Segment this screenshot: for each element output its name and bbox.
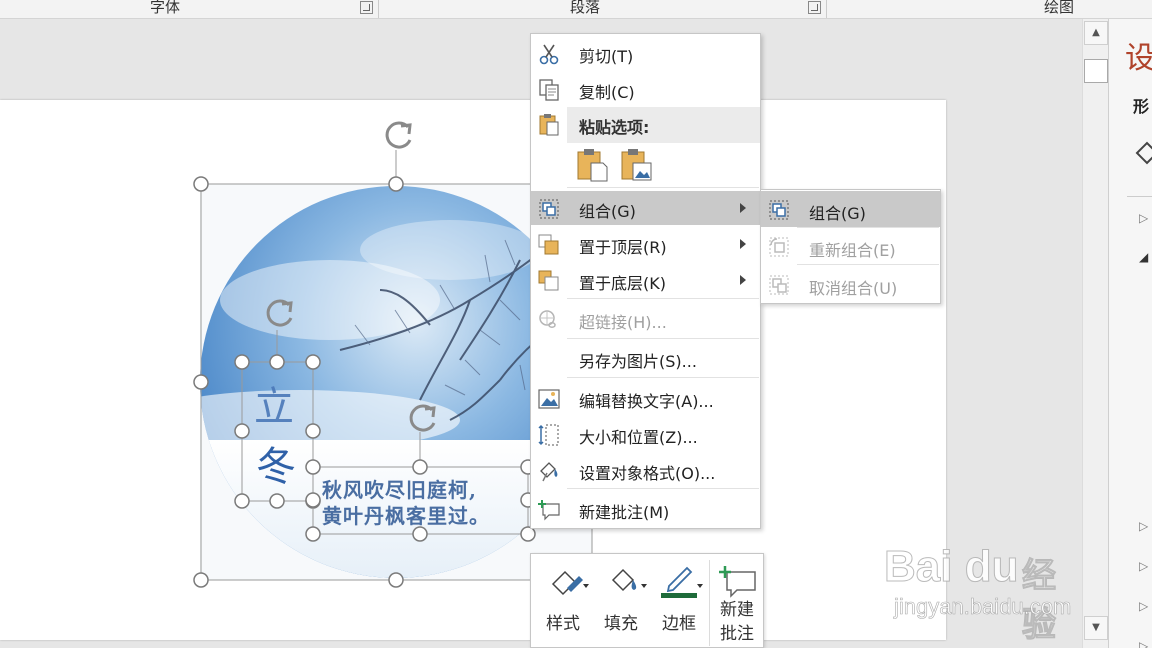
baidu-jingyan-watermark: Bai du 经验 jingyan.baidu.com [883, 530, 1084, 646]
poem-line-1: 秋风吹尽旧庭柯, [322, 478, 477, 502]
scissors-icon [539, 44, 559, 65]
menu-item-copy[interactable]: 复制(C) [531, 72, 760, 106]
vertical-scrollbar[interactable]: ▲ ▼ [1082, 19, 1108, 648]
regroup-icon [769, 237, 789, 257]
expand-arrow-icon[interactable]: ▷ [1139, 211, 1148, 225]
outline-pen-icon [661, 566, 703, 598]
menu-item-label: 设置对象格式(O)... [579, 464, 716, 483]
outline-button[interactable]: 边框 [653, 554, 705, 648]
paste-icon [539, 114, 559, 136]
menu-item-label: 大小和位置(Z)... [579, 428, 698, 447]
mini-toolbar: 样式 填充 边框 新建 批注 [530, 553, 764, 648]
comment-icon [538, 500, 560, 521]
scroll-up-button[interactable]: ▲ [1084, 21, 1108, 45]
menu-item-edit-alt-text[interactable]: 编辑替换文字(A)... [531, 381, 760, 415]
rotate-handle-icon[interactable] [385, 121, 412, 149]
new-comment-button-label: 新建 批注 [720, 600, 754, 644]
style-button[interactable]: 样式 [537, 554, 589, 648]
menu-item-hyperlink: 超链接(H)... [531, 302, 760, 336]
expand-arrow-icon[interactable]: ▷ [1139, 599, 1148, 613]
submenu-item-label: 组合(G) [809, 204, 866, 223]
menu-item-cut[interactable]: 剪切(T) [531, 36, 760, 70]
submenu-arrow-icon [740, 203, 746, 213]
ungroup-icon [769, 275, 789, 295]
toolbar-separator [709, 560, 710, 646]
slide-picture-group[interactable] [0, 0, 946, 648]
expand-arrow-icon[interactable]: ▷ [1139, 559, 1148, 573]
ribbon-group-drawing-label: 绘图 [1044, 0, 1075, 16]
menu-item-label: 组合(G) [579, 202, 636, 221]
outline-button-label: 边框 [662, 614, 696, 634]
expand-arrow-icon[interactable]: ▷ [1139, 519, 1148, 533]
menu-item-label: 另存为图片(S)... [579, 352, 697, 371]
expand-arrow-icon[interactable]: ▷ [1139, 639, 1148, 648]
submenu-item-label: 取消组合(U) [809, 279, 898, 298]
pane-tab-shape-options[interactable]: 形 [1133, 93, 1149, 117]
paste-keep-format-icon[interactable] [575, 147, 611, 183]
submenu-arrow-icon [740, 239, 746, 249]
group-submenu: 组合(G) 重新组合(E) 取消组合(U) [760, 189, 941, 304]
new-comment-button[interactable]: 新建 批注 [711, 554, 763, 648]
watermark-brand: Bai du [883, 542, 1019, 592]
collapse-arrow-icon[interactable]: ◢ [1139, 250, 1148, 264]
menu-item-label: 置于顶层(R) [579, 238, 667, 257]
menu-item-label: 超链接(H)... [579, 313, 667, 332]
hyperlink-icon [539, 310, 556, 328]
menu-separator [797, 264, 939, 265]
fill-button-label: 填充 [604, 614, 638, 634]
menu-item-save-as-picture[interactable]: 另存为图片(S)... [531, 341, 760, 375]
format-shape-pane: 设 形 ▷ ◢ ▷ ▷ ▷ ▷ [1108, 19, 1152, 648]
submenu-item-group[interactable]: 组合(G) [761, 191, 940, 227]
paste-as-picture-icon[interactable] [619, 147, 655, 183]
menu-item-label: 编辑替换文字(A)... [579, 392, 714, 411]
scroll-thumb[interactable] [1084, 59, 1108, 83]
paste-options-label: 粘贴选项: [579, 118, 650, 137]
poem-text: 秋风吹尽旧庭柯, 黄叶丹枫客里过。 [322, 477, 490, 529]
alt-text-icon [538, 389, 560, 409]
format-object-icon [540, 462, 558, 482]
pane-title: 设 [1125, 41, 1152, 76]
group-icon [769, 200, 789, 220]
fill-button[interactable]: 填充 [595, 554, 647, 648]
size-position-icon [538, 424, 559, 446]
copy-icon [539, 79, 559, 101]
submenu-item-label: 重新组合(E) [809, 241, 896, 260]
menu-separator [797, 227, 939, 228]
submenu-arrow-icon [740, 275, 746, 285]
menu-separator [567, 187, 759, 188]
title-character-dong: 冬 [256, 444, 296, 490]
menu-separator [567, 338, 759, 339]
style-button-label: 样式 [546, 614, 580, 634]
fill-bucket-icon [611, 568, 647, 592]
watermark-url: jingyan.baidu.com [894, 594, 1072, 620]
new-comment-icon [719, 566, 756, 598]
scroll-down-button[interactable]: ▼ [1084, 616, 1108, 640]
menu-item-send-to-back[interactable]: 置于底层(K) [531, 263, 760, 297]
send-to-back-icon [538, 270, 559, 291]
group-icon [539, 199, 559, 219]
bring-to-front-icon [538, 234, 559, 255]
menu-item-label: 新建批注(M) [579, 503, 670, 522]
menu-separator [567, 298, 759, 299]
poem-line-2: 黄叶丹枫客里过。 [322, 504, 490, 528]
menu-item-label: 置于底层(K) [579, 274, 666, 293]
style-icon [551, 570, 589, 596]
menu-item-new-comment[interactable]: 新建批注(M) [531, 492, 760, 526]
submenu-item-ungroup: 取消组合(U) [761, 266, 940, 302]
menu-item-label: 剪切(T) [579, 47, 634, 66]
pane-divider [1127, 196, 1152, 197]
fill-line-icon[interactable] [1133, 135, 1152, 171]
context-menu: 剪切(T) 复制(C) 粘贴选项: 组合(G) 置于顶层(R) 置于底层(K) … [530, 33, 761, 529]
menu-item-format-object[interactable]: 设置对象格式(O)... [531, 453, 760, 487]
paste-options-header: 粘贴选项: [567, 107, 760, 143]
submenu-item-regroup: 重新组合(E) [761, 228, 940, 264]
menu-item-bring-to-front[interactable]: 置于顶层(R) [531, 227, 760, 261]
menu-item-group[interactable]: 组合(G) [531, 191, 760, 225]
title-character-li: 立 [254, 384, 294, 430]
menu-item-size-position[interactable]: 大小和位置(Z)... [531, 417, 760, 451]
menu-separator [567, 488, 759, 489]
menu-item-label: 复制(C) [579, 83, 635, 102]
menu-separator [567, 377, 759, 378]
